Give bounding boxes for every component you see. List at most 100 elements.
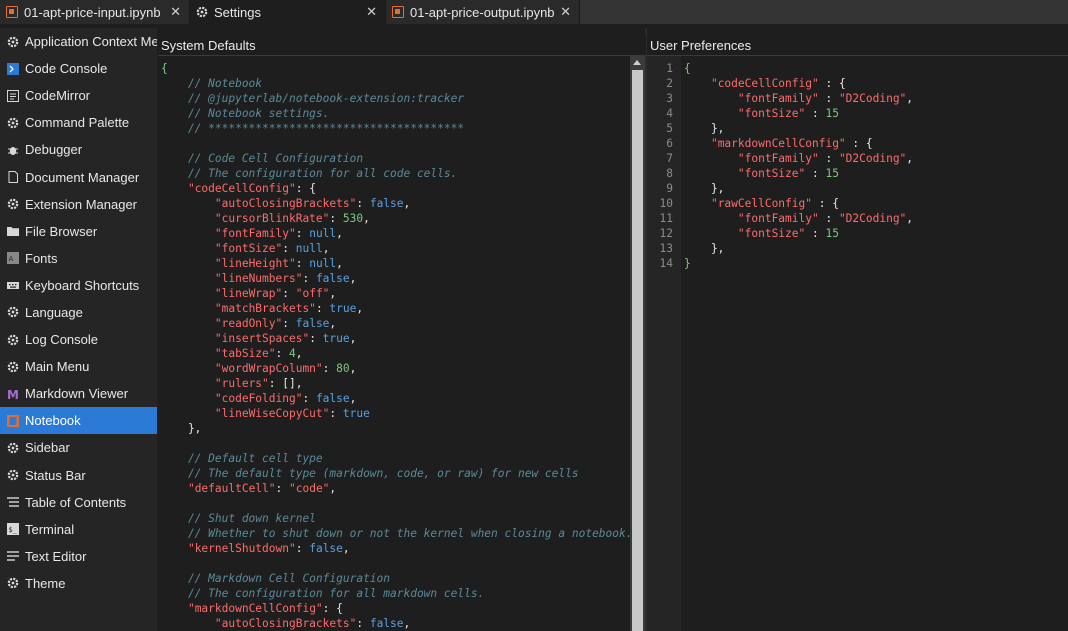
tab-output-notebook[interactable]: 01-apt-price-output.ipynb ✕: [386, 0, 580, 24]
gear-icon: [6, 441, 19, 454]
code-token: // *************************************…: [161, 122, 465, 135]
code-token: :: [282, 287, 296, 300]
notebook-icon: [6, 414, 19, 427]
code-line: "codeFolding": false,: [161, 391, 630, 406]
sidebar-item-label: Status Bar: [25, 467, 86, 483]
sidebar-item-language[interactable]: Language: [0, 299, 157, 326]
bug-icon: [6, 143, 19, 156]
sidebar-item-theme[interactable]: Theme: [0, 570, 157, 597]
code-token: 15: [825, 107, 839, 120]
code-token: "D2Coding": [838, 92, 907, 105]
line-number: 9: [666, 182, 673, 195]
code-token: ,: [329, 482, 337, 495]
code-token: {: [684, 62, 691, 75]
vertical-scrollbar[interactable]: [630, 56, 645, 631]
sidebar-item-log-console[interactable]: Log Console: [0, 326, 157, 353]
sidebar-item-fonts[interactable]: A Fonts: [0, 245, 157, 272]
code-line: },: [684, 121, 913, 136]
code-line: "lineWrap": "off",: [161, 286, 630, 301]
sidebar-item-debugger[interactable]: Debugger: [0, 136, 157, 163]
code-token: "wordWrapColumn": [214, 362, 323, 375]
code-token: ,: [349, 362, 357, 375]
line-number: 2: [666, 77, 673, 90]
close-icon[interactable]: ✕: [366, 4, 377, 20]
system-defaults-code: { // Notebook // @jupyterlab/notebook-ex…: [161, 61, 630, 631]
code-token: ,: [349, 272, 357, 285]
sidebar-item-document-manager[interactable]: Document Manager: [0, 163, 157, 190]
code-token: true: [329, 302, 357, 315]
sidebar-item-keyboard-shortcuts[interactable]: Keyboard Shortcuts: [0, 272, 157, 299]
code-token: ,: [906, 212, 914, 225]
tab-input-notebook[interactable]: 01-apt-price-input.ipynb ✕: [0, 0, 190, 24]
code-token: :: [275, 482, 289, 495]
close-icon[interactable]: ✕: [560, 4, 571, 20]
sidebar-item-text-editor[interactable]: Text Editor: [0, 543, 157, 570]
code-token: :: [818, 92, 839, 105]
code-line: "autoClosingBrackets": false,: [161, 616, 630, 631]
code-token: }: [684, 257, 691, 270]
system-defaults-editor[interactable]: { // Notebook // @jupyterlab/notebook-ex…: [158, 56, 630, 631]
code-line: "lineNumbers": false,: [161, 271, 630, 286]
code-token: :: [805, 167, 826, 180]
system-defaults-title: System Defaults: [158, 34, 646, 56]
code-token: ,: [329, 317, 337, 330]
code-token: : [],: [268, 377, 303, 390]
sidebar-item-markdown-viewer[interactable]: M Markdown Viewer: [0, 380, 157, 407]
sidebar-item-codemirror[interactable]: CodeMirror: [0, 82, 157, 109]
code-token: ,: [349, 392, 357, 405]
scroll-up-icon[interactable]: [633, 60, 641, 65]
sidebar-item-main-menu[interactable]: Main Menu: [0, 353, 157, 380]
code-token: // The configuration for all code cells.: [161, 167, 458, 180]
code-token: ,: [403, 617, 411, 630]
code-token: :: [315, 302, 330, 315]
sidebar-item-sidebar[interactable]: Sidebar: [0, 434, 157, 461]
sidebar-item-label: Language: [25, 304, 83, 320]
sidebar-item-label: Table of Contents: [25, 494, 127, 510]
sidebar-item-application-context-menu[interactable]: Application Context Menu: [0, 28, 157, 55]
sidebar-item-extension-manager[interactable]: Extension Manager: [0, 191, 157, 218]
tab-settings[interactable]: Settings ✕: [190, 0, 386, 24]
sidebar-item-terminal[interactable]: $_ Terminal: [0, 516, 157, 543]
code-token: "matchBrackets": [214, 302, 316, 315]
sidebar-item-notebook[interactable]: Notebook: [0, 407, 157, 435]
code-line: "markdownCellConfig": {: [161, 601, 630, 616]
line-number: 5: [666, 122, 673, 135]
sidebar-item-table-of-contents[interactable]: Table of Contents: [0, 489, 157, 516]
code-token: : {: [322, 602, 343, 615]
code-line: // Notebook: [161, 76, 630, 91]
code-token: false: [315, 392, 350, 405]
close-icon[interactable]: ✕: [170, 4, 181, 20]
code-line: "fontSize" : 15: [684, 106, 913, 121]
gear-icon: [6, 35, 19, 48]
sidebar-item-file-browser[interactable]: File Browser: [0, 218, 157, 245]
sidebar-item-label: Terminal: [25, 521, 75, 537]
sidebar-item-status-bar[interactable]: Status Bar: [0, 462, 157, 489]
sidebar-item-label: Command Palette: [25, 115, 130, 131]
code-line: // @jupyterlab/notebook-extension:tracke…: [161, 91, 630, 106]
code-token: },: [684, 242, 725, 255]
code-token: :: [302, 392, 316, 405]
scrollbar-thumb[interactable]: [632, 70, 643, 631]
code-line: {: [161, 61, 630, 76]
sidebar-item-label: Fonts: [25, 250, 58, 266]
sidebar-item-command-palette[interactable]: Command Palette: [0, 109, 157, 136]
code-token: "fontFamily": [737, 92, 819, 105]
sidebar-item-code-console[interactable]: Code Console: [0, 55, 157, 82]
user-preferences-code[interactable]: { "codeCellConfig" : { "fontFamily" : "D…: [684, 61, 913, 271]
code-token: // Shut down kernel: [161, 512, 316, 525]
code-token: null: [309, 257, 337, 270]
code-token: "codeCellConfig": [710, 77, 819, 90]
code-token: ,: [336, 257, 343, 270]
code-token: null: [295, 242, 323, 255]
code-token: "fontSize": [737, 107, 806, 120]
code-token: true: [322, 332, 350, 345]
